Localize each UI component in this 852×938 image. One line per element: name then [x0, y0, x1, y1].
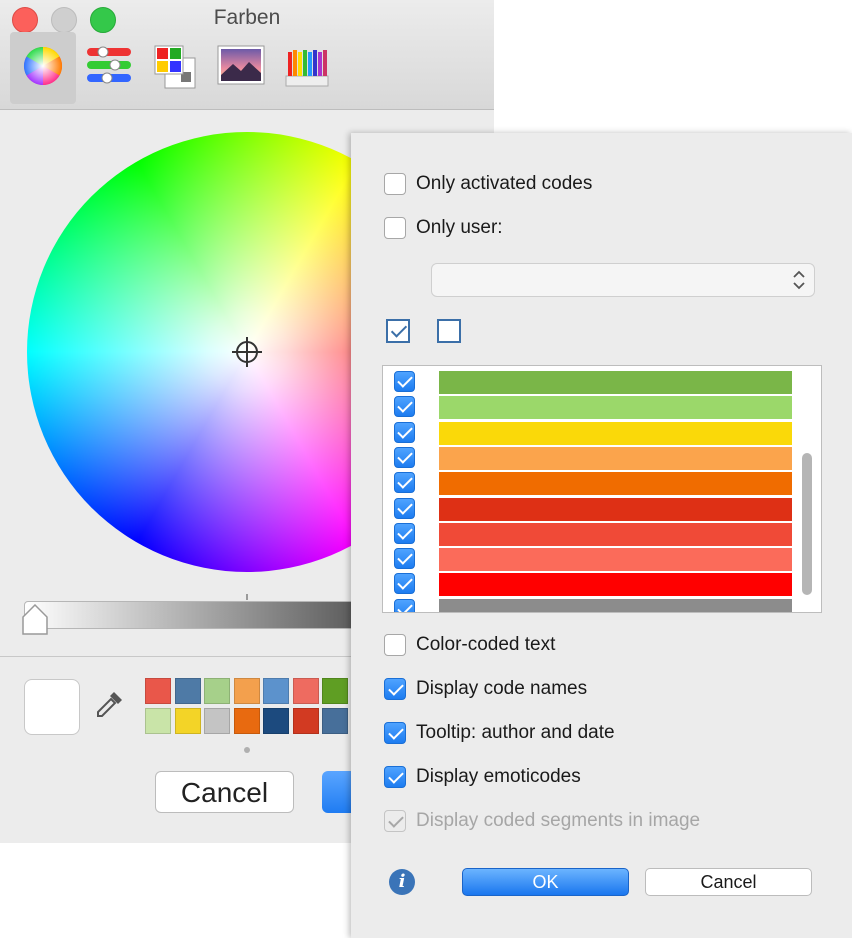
color-swatch[interactable] — [145, 678, 171, 704]
code-visibility-checkbox[interactable] — [394, 396, 415, 418]
code-visibility-checkbox[interactable] — [394, 446, 415, 468]
color-coded-text-row[interactable]: Color-coded text — [384, 633, 555, 657]
only-user-checkbox[interactable] — [384, 217, 406, 239]
color-swatch[interactable] — [233, 678, 260, 704]
color-sliders-icon — [87, 46, 131, 84]
color-swatch[interactable] — [292, 678, 319, 704]
code-color-bar — [439, 472, 792, 496]
ok-button[interactable]: OK — [462, 868, 629, 896]
crosshair-icon[interactable] — [232, 337, 262, 367]
color-swatch[interactable] — [174, 708, 201, 734]
code-visibility-checkbox[interactable] — [394, 371, 415, 392]
code-visibility-checkbox[interactable] — [394, 472, 415, 494]
list-item[interactable] — [383, 571, 821, 597]
color-coded-text-label: Color-coded text — [416, 634, 556, 655]
chevron-up-down-icon — [793, 270, 805, 290]
display-coded-segments-label: Display coded segments in image — [416, 810, 701, 831]
only-activated-codes-label: Only activated codes — [416, 173, 593, 194]
list-item[interactable] — [383, 445, 821, 470]
deselect-all-button[interactable] — [437, 319, 461, 343]
color-coded-text-checkbox[interactable] — [384, 634, 406, 656]
eyedropper-icon[interactable] — [92, 688, 126, 722]
color-palettes-icon — [154, 45, 196, 89]
brightness-slider-knob[interactable] — [22, 604, 48, 636]
code-visibility-checkbox[interactable] — [394, 421, 415, 443]
color-swatch[interactable] — [292, 708, 319, 734]
list-item[interactable] — [383, 546, 821, 572]
only-activated-codes-row[interactable]: Only activated codes — [384, 172, 592, 196]
select-all-button[interactable] — [386, 319, 410, 343]
tooltip-author-date-label: Tooltip: author and date — [416, 722, 615, 743]
code-visibility-checkbox[interactable] — [394, 598, 415, 612]
display-code-names-label: Display code names — [416, 678, 588, 699]
display-coded-segments-row: Display coded segments in image — [384, 809, 700, 833]
code-color-bar — [439, 522, 792, 546]
tooltip-author-date-checkbox[interactable] — [384, 722, 406, 744]
list-item[interactable] — [383, 521, 821, 546]
info-icon[interactable]: i — [389, 869, 415, 895]
code-color-bar — [439, 396, 792, 420]
user-dropdown[interactable] — [431, 263, 815, 297]
color-swatch[interactable] — [233, 708, 260, 734]
display-emoticodes-row[interactable]: Display emoticodes — [384, 765, 581, 789]
color-picker-cancel-button[interactable]: Cancel — [155, 771, 294, 813]
color-swatch[interactable] — [322, 708, 348, 734]
display-code-names-checkbox[interactable] — [384, 678, 406, 700]
color-swatch[interactable] — [322, 678, 348, 704]
swatch-page-indicator — [244, 747, 250, 753]
image-palettes-icon — [217, 45, 265, 85]
color-picker-titlebar: Farben — [0, 0, 494, 110]
display-coded-segments-checkbox — [384, 810, 406, 832]
code-visibility-checkbox[interactable] — [394, 548, 415, 570]
color-palettes-tab[interactable] — [142, 32, 208, 104]
list-item[interactable] — [383, 597, 821, 612]
display-code-names-row[interactable]: Display code names — [384, 677, 587, 701]
code-visibility-checkbox[interactable] — [394, 573, 415, 595]
code-color-bar — [439, 573, 792, 597]
code-color-bar — [439, 446, 792, 470]
color-swatch[interactable] — [174, 678, 201, 704]
code-color-bar — [439, 421, 792, 445]
color-swatch[interactable] — [145, 708, 171, 734]
list-scrollbar[interactable] — [802, 453, 812, 595]
code-color-list[interactable] — [382, 365, 822, 613]
display-emoticodes-label: Display emoticodes — [416, 766, 581, 787]
window-title: Farben — [213, 6, 281, 29]
color-wheel-icon — [23, 46, 63, 86]
color-swatch[interactable] — [204, 678, 230, 704]
only-activated-codes-checkbox[interactable] — [384, 173, 406, 195]
tooltip-author-date-row[interactable]: Tooltip: author and date — [384, 721, 615, 745]
code-color-bar — [439, 598, 792, 612]
display-emoticodes-checkbox[interactable] — [384, 766, 406, 788]
slider-center-tick — [246, 594, 248, 600]
color-swatch[interactable] — [263, 678, 289, 704]
code-color-bar — [439, 548, 792, 572]
code-color-bar — [439, 371, 792, 394]
list-item[interactable] — [383, 369, 821, 394]
cancel-button[interactable]: Cancel — [645, 868, 812, 896]
current-color-swatch[interactable] — [24, 679, 80, 735]
color-swatch[interactable] — [204, 708, 230, 734]
color-swatch[interactable] — [263, 708, 289, 734]
only-user-row[interactable]: Only user: — [384, 216, 503, 240]
color-sliders-tab[interactable] — [76, 32, 142, 104]
image-palettes-tab[interactable] — [208, 32, 274, 104]
code-visibility-checkbox[interactable] — [394, 522, 415, 544]
code-display-settings-panel: Only activated codes Only user: Color-co… — [351, 133, 852, 938]
list-item[interactable] — [383, 394, 821, 420]
list-item[interactable] — [383, 496, 821, 521]
list-item[interactable] — [383, 470, 821, 496]
code-color-bar — [439, 497, 792, 521]
color-wheel-tab[interactable] — [10, 32, 76, 104]
pencils-tab[interactable] — [274, 32, 340, 104]
pencils-icon — [285, 50, 329, 87]
only-user-label: Only user: — [416, 217, 503, 238]
list-item[interactable] — [383, 420, 821, 445]
code-visibility-checkbox[interactable] — [394, 497, 415, 519]
